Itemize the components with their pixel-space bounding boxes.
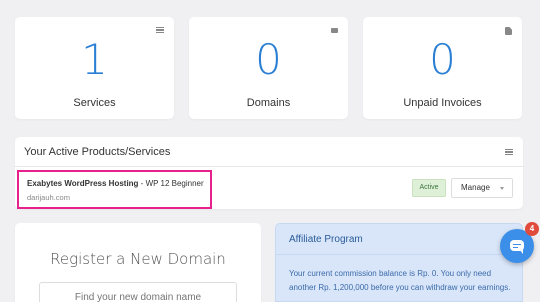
affiliate-message: Your current commission balance is Rp. 0… <box>289 269 511 292</box>
product-title: Exabytes WordPress Hosting <box>27 179 139 188</box>
domains-stat-tile[interactable]: 0 Domains <box>189 17 348 119</box>
cube-icon <box>156 27 164 33</box>
chat-bubble-icon <box>510 240 524 254</box>
document-icon <box>505 27 512 35</box>
services-stat-tile[interactable]: 1 Services <box>15 17 174 119</box>
domains-count: 0 <box>255 35 282 84</box>
product-domain: darijauh.com <box>27 193 70 202</box>
cube-icon <box>505 149 513 155</box>
affiliate-header: Affiliate Program <box>276 224 522 255</box>
invoices-stat-tile[interactable]: 0 Unpaid Invoices <box>363 17 522 119</box>
invoices-label: Unpaid Invoices <box>403 97 482 109</box>
services-count: 1 <box>81 35 108 84</box>
chat-notification-badge: 4 <box>525 222 539 236</box>
manage-button[interactable]: Manage <box>451 178 513 198</box>
chevron-down-icon <box>500 187 504 190</box>
panel-header: Your Active Products/Services <box>15 137 523 167</box>
domains-label: Domains <box>246 97 291 109</box>
affiliate-panel: Affiliate Program Your current commissio… <box>275 223 523 302</box>
product-plan: - WP 12 Beginner <box>138 179 204 188</box>
register-domain-panel: Register a New Domain <box>15 223 261 302</box>
manage-label: Manage <box>461 183 490 192</box>
affiliate-title: Affiliate Program <box>289 234 363 245</box>
active-services-panel: Your Active Products/Services Exabytes W… <box>15 137 523 209</box>
invoices-count: 0 <box>429 35 456 84</box>
services-label: Services <box>73 97 116 109</box>
status-badge: Active <box>412 179 446 197</box>
register-title: Register a New Domain <box>50 250 226 268</box>
product-highlight[interactable]: Exabytes WordPress Hosting - WP 12 Begin… <box>17 170 212 209</box>
domain-search-input[interactable] <box>39 282 237 302</box>
globe-icon <box>331 28 338 33</box>
panel-title: Your Active Products/Services <box>24 146 171 158</box>
product-name: Exabytes WordPress Hosting - WP 12 Begin… <box>27 179 204 188</box>
